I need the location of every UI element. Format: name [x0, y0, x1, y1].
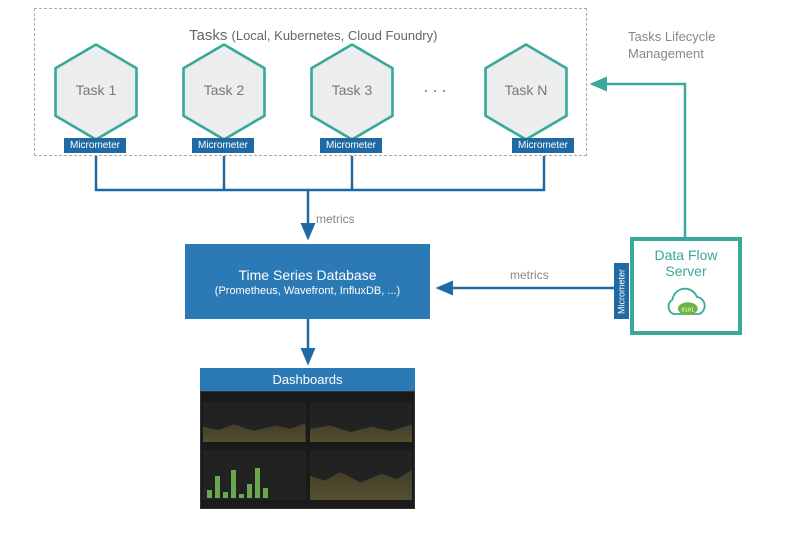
data-flow-server: Data Flow Server 0101 — [630, 237, 742, 335]
lifecycle-line2: Management — [628, 46, 715, 63]
time-series-database: Time Series Database (Prometheus, Wavefr… — [185, 244, 430, 319]
micrometer-badge: Micrometer — [64, 138, 126, 153]
tsdb-subtitle: (Prometheus, Wavefront, InfluxDB, ...) — [185, 285, 430, 297]
micrometer-badge: Micrometer — [320, 138, 382, 153]
lifecycle-line1: Tasks Lifecycle — [628, 29, 715, 46]
dfs-micrometer-badge: Micrometer — [614, 263, 629, 319]
task-hex-2: Task 2 — [180, 42, 268, 142]
dashboards-title: Dashboards — [200, 368, 415, 391]
metrics-label-tasks: metrics — [316, 212, 355, 226]
dfs-line1: Data Flow — [634, 247, 738, 263]
task-label: Task 1 — [52, 82, 140, 98]
micrometer-badge: Micrometer — [512, 138, 574, 153]
dashboards-block: Dashboards — [200, 368, 415, 509]
task-hex-1: Task 1 — [52, 42, 140, 142]
task-label: Task N — [482, 82, 570, 98]
svg-text:0101: 0101 — [681, 307, 694, 313]
dfs-line2: Server — [634, 263, 738, 279]
tasks-title-sub: (Local, Kubernetes, Cloud Foundry) — [232, 28, 438, 43]
micrometer-badge: Micrometer — [192, 138, 254, 153]
task-hex-n: Task N — [482, 42, 570, 142]
task-ellipsis: ··· — [423, 80, 450, 101]
task-hex-3: Task 3 — [308, 42, 396, 142]
task-label: Task 3 — [308, 82, 396, 98]
metrics-label-dfs: metrics — [510, 268, 549, 282]
spring-cloud-icon: 0101 — [659, 287, 713, 323]
dashboards-screenshot-icon — [200, 391, 415, 509]
tsdb-title: Time Series Database — [185, 267, 430, 283]
lifecycle-label: Tasks Lifecycle Management — [628, 29, 715, 63]
task-label: Task 2 — [180, 82, 268, 98]
